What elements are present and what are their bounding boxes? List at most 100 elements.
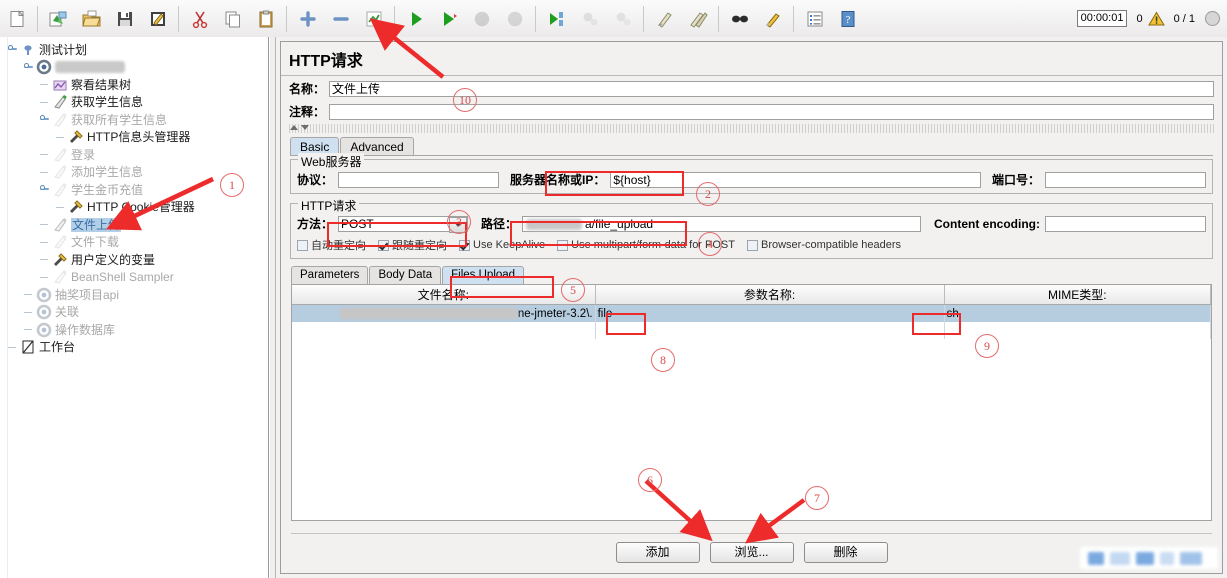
name-label: 名称： bbox=[289, 82, 326, 96]
tree-expand-handle[interactable] bbox=[40, 185, 49, 194]
port-input[interactable] bbox=[1045, 171, 1206, 188]
tree-node-label: 察看结果树 bbox=[71, 77, 132, 92]
collapse-bar[interactable] bbox=[289, 124, 1214, 133]
filename-redaction bbox=[339, 307, 518, 319]
save-icon[interactable] bbox=[109, 3, 140, 34]
tree-node[interactable]: 操作数据库 bbox=[24, 321, 115, 338]
table-row[interactable]: ne-jmeter-3.2\. file sh bbox=[292, 304, 1211, 322]
main-tabstrip: Basic Advanced bbox=[290, 136, 1222, 156]
clear-icon[interactable] bbox=[649, 3, 680, 34]
copy-icon[interactable] bbox=[217, 3, 248, 34]
tree-node[interactable]: 测试计划 bbox=[8, 41, 87, 58]
tree-expand-handle[interactable] bbox=[40, 115, 49, 124]
tree-node[interactable]: 添加学生信息 bbox=[40, 164, 143, 181]
status-redaction-bar bbox=[1080, 547, 1218, 569]
shutdown-remote-icon bbox=[607, 3, 638, 34]
column-header-mimetype[interactable]: MIME类型: bbox=[944, 285, 1211, 305]
collapse-down-icon[interactable] bbox=[301, 125, 309, 130]
tree-node[interactable]: 文件上传 bbox=[40, 216, 122, 233]
cell-paramname[interactable]: file bbox=[595, 304, 945, 322]
expand-all-icon[interactable] bbox=[292, 3, 323, 34]
tree-node-label: BeanShell Sampler bbox=[71, 270, 174, 284]
cell-filename[interactable]: ne-jmeter-3.2\. bbox=[292, 304, 596, 322]
search-icon[interactable] bbox=[724, 3, 755, 34]
highlight-method-field bbox=[327, 222, 467, 247]
thread-status-icon bbox=[1205, 11, 1220, 26]
highlight-mime-cell bbox=[912, 313, 961, 335]
collapse-all-icon[interactable] bbox=[325, 3, 356, 34]
tree-node[interactable]: 关联 bbox=[24, 304, 79, 321]
tree-node[interactable]: 抽奖项目api bbox=[24, 286, 119, 303]
new-icon[interactable] bbox=[1, 3, 32, 34]
warning-triangle-icon bbox=[1147, 11, 1165, 25]
start-icon[interactable] bbox=[400, 3, 431, 34]
tree-node[interactable]: 线程组 bbox=[24, 59, 125, 76]
start-remote-icon[interactable] bbox=[541, 3, 572, 34]
checkbox-option[interactable]: Browser-compatible headers bbox=[746, 239, 901, 251]
tree-node[interactable]: 学生金币充值 bbox=[40, 181, 143, 198]
checkbox-unchecked-icon[interactable] bbox=[297, 239, 308, 251]
tree-node[interactable]: HTTP信息头管理器 bbox=[56, 129, 190, 146]
tree-node[interactable]: 文件下载 bbox=[40, 234, 119, 251]
http-request-panel: HTTP请求 名称： 注释： Basic Advanced Web服务器 bbox=[280, 41, 1223, 574]
toolbar-divider bbox=[394, 5, 395, 32]
tree-node-label: 学生金币充值 bbox=[71, 182, 144, 197]
toolbar-divider bbox=[643, 5, 644, 32]
user-defined-variables-icon bbox=[52, 252, 68, 268]
sampler-disabled-icon bbox=[52, 182, 68, 198]
stop-icon bbox=[466, 3, 497, 34]
function-helper-icon[interactable] bbox=[799, 3, 830, 34]
paste-icon[interactable] bbox=[250, 3, 281, 34]
tree-leaf-stub bbox=[40, 255, 49, 264]
tree-node[interactable]: 获取学生信息 bbox=[40, 94, 143, 111]
toolbar-group-run bbox=[399, 2, 648, 35]
editor-pane: HTTP请求 名称： 注释： Basic Advanced Web服务器 bbox=[276, 37, 1227, 578]
add-button[interactable]: 添加 bbox=[615, 542, 700, 563]
request-data-tabstrip: Parameters Body Data Files Upload bbox=[291, 265, 1222, 284]
templates-icon[interactable] bbox=[43, 3, 74, 34]
warning-count: 0 bbox=[1136, 12, 1143, 25]
table-action-bar: 添加 浏览... 删除 bbox=[291, 533, 1212, 565]
cut-icon[interactable] bbox=[184, 3, 215, 34]
tree-node[interactable]: 用户定义的变量 bbox=[40, 251, 155, 268]
sampler-disabled-icon bbox=[52, 234, 68, 250]
clear-all-icon[interactable] bbox=[682, 3, 713, 34]
save-as-icon[interactable] bbox=[142, 3, 173, 34]
cell-mimetype[interactable]: sh bbox=[944, 304, 1211, 322]
start-no-pauses-icon[interactable] bbox=[433, 3, 464, 34]
tree-node[interactable]: BeanShell Sampler bbox=[40, 269, 174, 286]
test-plan-tree[interactable]: 测试计划线程组察看结果树获取学生信息获取所有学生信息 HTTP信息头管理器登录添加… bbox=[0, 37, 269, 578]
tree-expand-handle[interactable] bbox=[24, 62, 33, 72]
files-upload-table[interactable]: 文件名称: 参数名称: MIME类型: ne-jmeter-3.2\. file s… bbox=[291, 284, 1212, 521]
tree-node[interactable]: 工作台 bbox=[8, 339, 75, 356]
delete-button[interactable]: 删除 bbox=[803, 542, 888, 563]
filename-suffix: ne-jmeter-3.2\. bbox=[517, 307, 593, 320]
help-icon[interactable]: ? bbox=[832, 3, 863, 34]
content-encoding-input[interactable] bbox=[1045, 215, 1206, 232]
browse-button[interactable]: 浏览... bbox=[709, 542, 794, 563]
toolbar-divider bbox=[535, 5, 536, 32]
header-manager-icon bbox=[68, 129, 84, 145]
open-icon[interactable] bbox=[76, 3, 107, 34]
tree-node[interactable]: 获取所有学生信息 bbox=[40, 111, 167, 128]
tree-node[interactable]: 登录 bbox=[40, 146, 95, 163]
tab-body-data[interactable]: Body Data bbox=[369, 266, 442, 284]
reset-search-icon[interactable] bbox=[757, 3, 788, 34]
elapsed-timer: 00:00:01 bbox=[1076, 10, 1128, 27]
warning-indicator[interactable]: 0 bbox=[1136, 11, 1165, 27]
protocol-input[interactable] bbox=[338, 171, 500, 188]
split-divider[interactable] bbox=[269, 37, 276, 578]
toolbar-status: 00:00:01 0 0 / 1 bbox=[1076, 10, 1227, 27]
tree-node[interactable]: HTTP Cookie管理器 bbox=[56, 199, 195, 216]
thread-group-disabled-icon bbox=[36, 287, 52, 303]
checkbox-unchecked-icon[interactable] bbox=[746, 239, 758, 251]
toggle-icon[interactable] bbox=[358, 3, 389, 34]
toolbar-group-file bbox=[0, 2, 183, 35]
highlight-server-field bbox=[545, 171, 684, 196]
collapse-up-icon[interactable] bbox=[290, 125, 298, 130]
tree-expand-handle[interactable] bbox=[8, 45, 17, 54]
tree-node[interactable]: 察看结果树 bbox=[40, 76, 131, 93]
web-server-row: 协议： 服务器名称或IP： 端口号： bbox=[297, 171, 1206, 188]
column-header-paramname[interactable]: 参数名称: bbox=[595, 285, 945, 305]
tab-parameters[interactable]: Parameters bbox=[291, 266, 369, 284]
